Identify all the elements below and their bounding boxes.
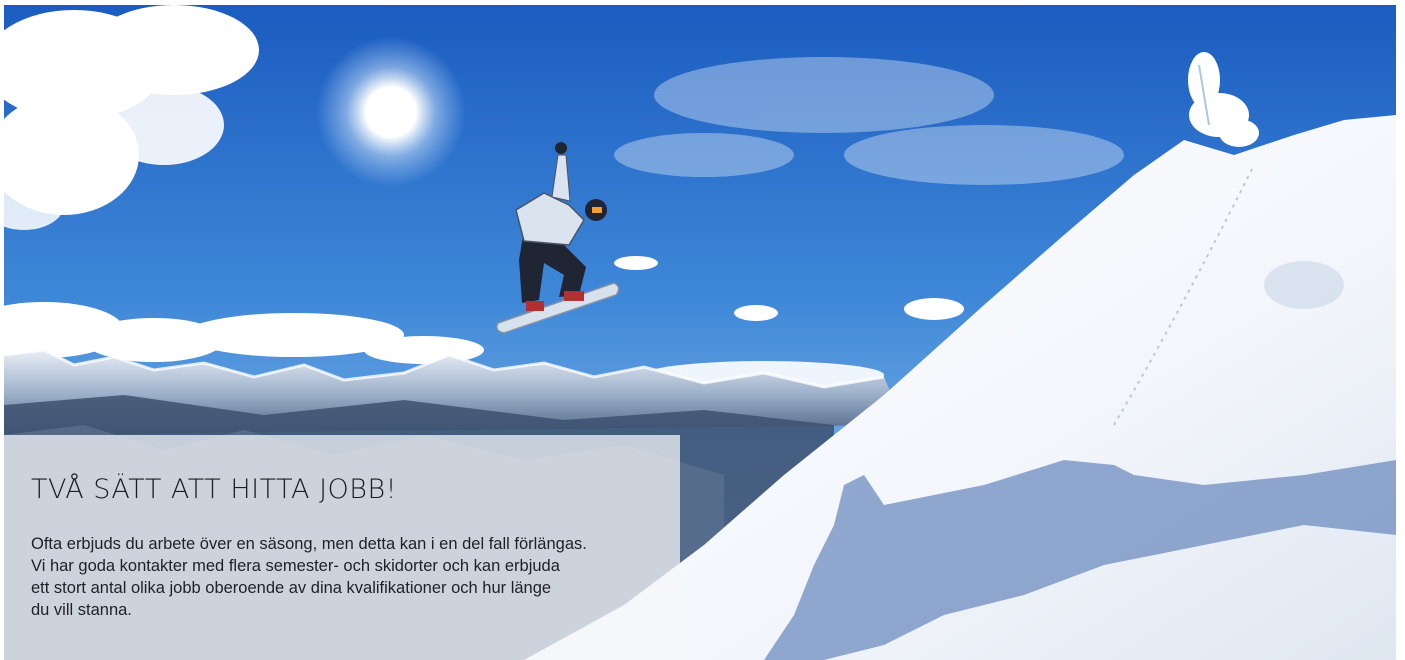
page-frame: TVÅ SÄTT ATT HITTA JOBB! Ofta erbjuds du… bbox=[0, 0, 1405, 660]
info-card-title: TVÅ SÄTT ATT HITTA JOBB! bbox=[31, 474, 397, 505]
info-card-body: Ofta erbjuds du arbete över en säsong, m… bbox=[31, 533, 671, 621]
info-card: TVÅ SÄTT ATT HITTA JOBB! Ofta erbjuds du… bbox=[4, 435, 680, 660]
info-card-body-line: Vi har goda kontakter med flera semester… bbox=[31, 557, 560, 575]
info-card-body-line: du vill stanna. bbox=[31, 601, 132, 619]
snow-dimple bbox=[1264, 261, 1344, 309]
info-card-body-line: ett stort antal olika jobb oberoende av … bbox=[31, 579, 552, 597]
sun-core bbox=[365, 86, 417, 138]
info-card-body-line: Ofta erbjuds du arbete över en säsong, m… bbox=[31, 535, 587, 553]
